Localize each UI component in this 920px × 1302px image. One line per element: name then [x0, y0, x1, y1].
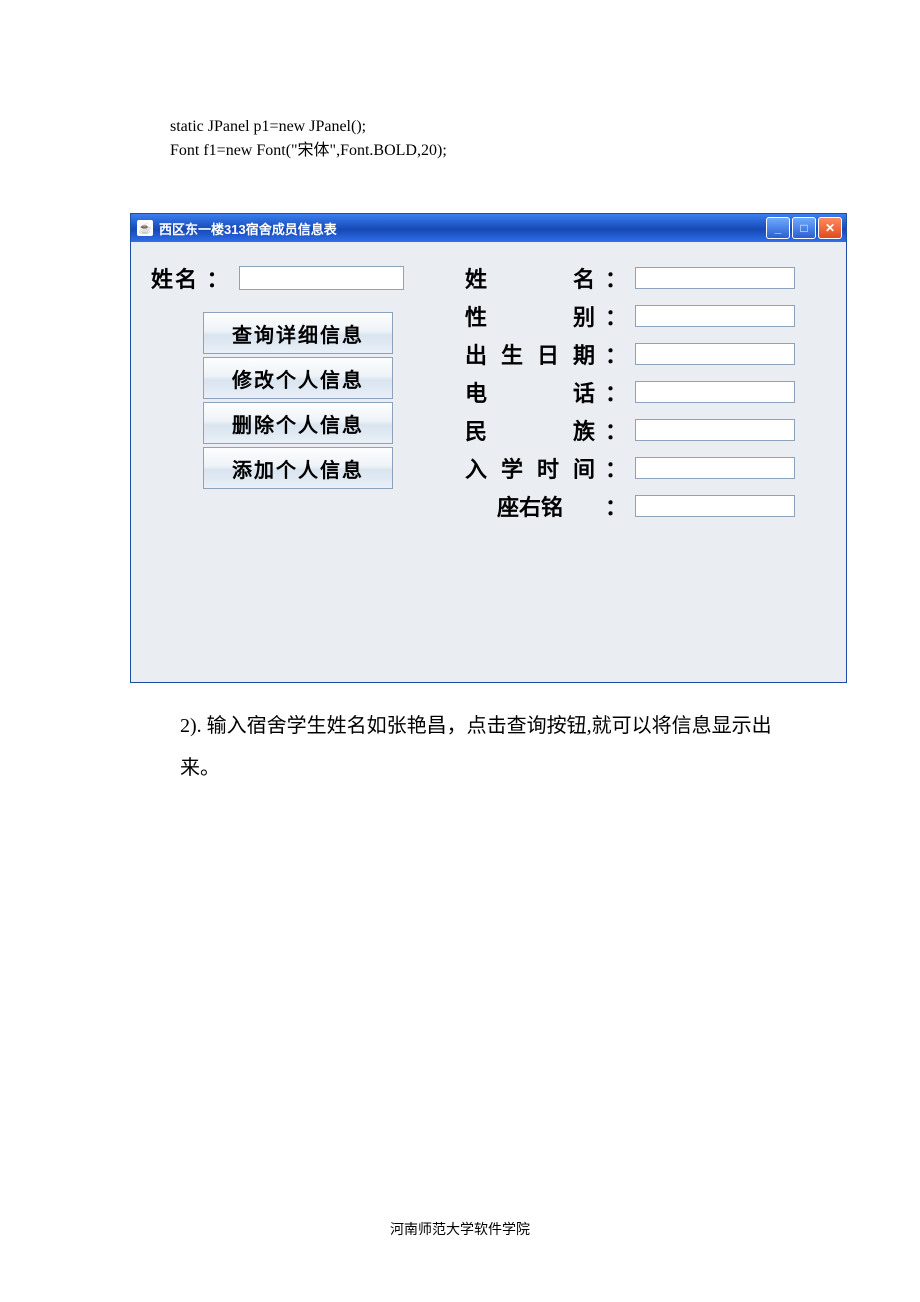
- enroll-field[interactable]: [635, 457, 795, 479]
- delete-button[interactable]: 删除个人信息: [203, 402, 393, 444]
- code-line-1: static JPanel p1=new JPanel();: [170, 115, 800, 139]
- code-line-2: Font f1=new Font("宋体",Font.BOLD,20);: [170, 139, 800, 163]
- colon-icon: ：: [605, 376, 627, 408]
- field-label-phone: 电 话: [465, 376, 595, 408]
- description-paragraph: 2). 输入宿舍学生姓名如张艳昌，点击查询按钮,就可以将信息显示出来。: [180, 705, 800, 789]
- modify-button[interactable]: 修改个人信息: [203, 357, 393, 399]
- window-title: 西区东一楼313宿舍成员信息表: [159, 219, 760, 238]
- field-label-gender: 性 别: [465, 300, 595, 332]
- field-label-enroll: 入学时间: [465, 452, 595, 484]
- colon-icon: ：: [605, 452, 627, 484]
- phone-field[interactable]: [635, 381, 795, 403]
- colon-icon: ：: [605, 338, 627, 370]
- minimize-button[interactable]: _: [766, 217, 790, 239]
- add-button[interactable]: 添加个人信息: [203, 447, 393, 489]
- window-body: 姓名 ： 查询详细信息 修改个人信息 删除个人信息 添加个人信息 姓 名 ：: [131, 242, 846, 682]
- colon-icon: ：: [605, 490, 627, 522]
- query-button[interactable]: 查询详细信息: [203, 312, 393, 354]
- code-snippet: static JPanel p1=new JPanel(); Font f1=n…: [170, 115, 800, 163]
- colon-icon: ：: [605, 414, 627, 446]
- nation-field[interactable]: [635, 419, 795, 441]
- app-window: ☕ 西区东一楼313宿舍成员信息表 _ □ ✕ 姓名 ： 查询详细信息 修改个人…: [130, 213, 847, 683]
- field-label-nation: 民 族: [465, 414, 595, 446]
- page-footer: 河南师范大学软件学院: [120, 1219, 800, 1279]
- maximize-button[interactable]: □: [792, 217, 816, 239]
- titlebar[interactable]: ☕ 西区东一楼313宿舍成员信息表 _ □ ✕: [131, 214, 846, 242]
- right-panel: 姓 名 ： 性 别 ： 出生日期 ： 电 话 ：: [465, 262, 832, 682]
- search-name-label: 姓名 ：: [151, 262, 231, 294]
- colon-icon: ：: [605, 300, 627, 332]
- name-field[interactable]: [635, 267, 795, 289]
- search-name-input[interactable]: [239, 266, 404, 290]
- gender-field[interactable]: [635, 305, 795, 327]
- field-label-motto: 座右铭: [465, 490, 595, 522]
- java-coffee-icon: ☕: [137, 220, 153, 236]
- close-button[interactable]: ✕: [818, 217, 842, 239]
- birth-field[interactable]: [635, 343, 795, 365]
- field-label-birth: 出生日期: [465, 338, 595, 370]
- colon-icon: ：: [605, 262, 627, 294]
- field-label-name: 姓 名: [465, 262, 595, 294]
- left-panel: 姓名 ： 查询详细信息 修改个人信息 删除个人信息 添加个人信息: [145, 262, 425, 682]
- motto-field[interactable]: [635, 495, 795, 517]
